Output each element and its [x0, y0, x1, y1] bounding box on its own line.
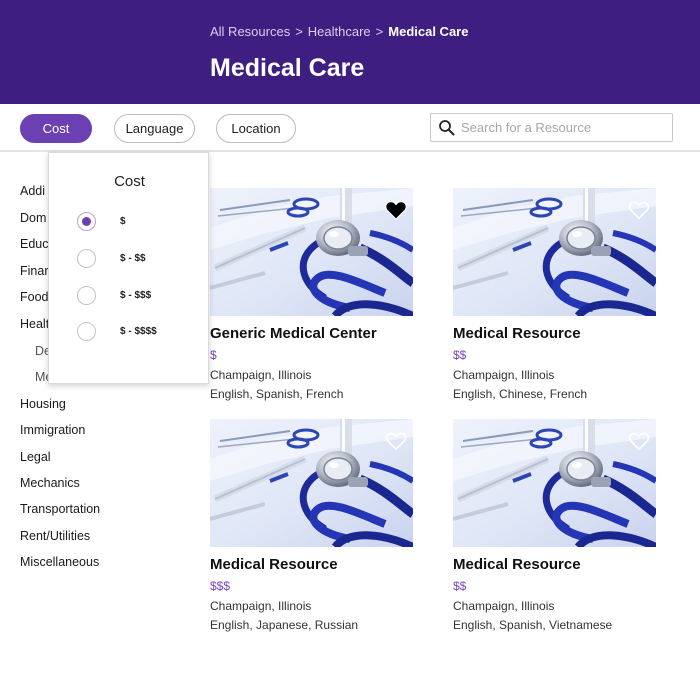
filter-bar: Cost Language Location [0, 104, 700, 152]
sidebar-item-miscellaneous[interactable]: Miscellaneous [20, 555, 99, 569]
search-icon[interactable] [431, 114, 461, 141]
breadcrumb: All Resources > Healthcare > Medical Care [210, 24, 468, 39]
resource-cost: $$$ [210, 579, 231, 593]
resource-location: Champaign, Illinois [210, 599, 312, 613]
resource-languages: English, Spanish, French [210, 387, 344, 401]
resource-image[interactable] [210, 188, 413, 316]
cost-option-label: $ [120, 215, 126, 227]
resource-cost: $$ [453, 348, 467, 362]
resource-image[interactable] [453, 419, 656, 547]
resource-cost: $ [210, 348, 217, 362]
resource-card[interactable]: Medical Resource $$ Champaign, Illinois … [453, 188, 658, 406]
sidebar-item-finance[interactable]: Finar [20, 264, 48, 278]
language-filter-button[interactable]: Language [114, 114, 195, 143]
sidebar-item-mechanics[interactable]: Mechanics [20, 476, 80, 490]
sidebar-item-transportation[interactable]: Transportation [20, 502, 100, 516]
sidebar-item-food[interactable]: Food [20, 290, 49, 304]
sidebar-item-education[interactable]: Educ [20, 237, 49, 251]
resource-cost: $$ [453, 579, 467, 593]
sidebar-item-housing[interactable]: Housing [20, 397, 66, 411]
resource-languages: English, Japanese, Russian [210, 618, 359, 632]
location-filter-button[interactable]: Location [216, 114, 296, 143]
breadcrumb-all-resources[interactable]: All Resources [210, 24, 290, 39]
sidebar-item-healthcare[interactable]: Healt [20, 317, 49, 331]
sidebar-item-immigration[interactable]: Immigration [20, 423, 85, 437]
resource-image[interactable] [210, 419, 413, 547]
radio-unchecked[interactable] [77, 285, 96, 305]
search-box[interactable] [430, 113, 673, 142]
cost-option-1[interactable]: $ [77, 211, 126, 231]
cost-option-label: $ - $$$$ [120, 325, 157, 337]
heart-outline-icon[interactable] [385, 431, 407, 451]
resource-location: Champaign, Illinois [210, 368, 312, 382]
cost-filter-button[interactable]: Cost [20, 114, 92, 143]
cost-dropdown-title: Cost [114, 173, 145, 190]
resource-card[interactable]: Medical Resource $$ Champaign, Illinois … [453, 419, 658, 637]
radio-unchecked[interactable] [77, 248, 96, 268]
radio-unchecked[interactable] [77, 321, 96, 341]
breadcrumb-separator: > [375, 24, 384, 39]
heart-outline-icon[interactable] [628, 431, 650, 451]
cost-option-2[interactable]: $ - $$ [77, 248, 146, 268]
heart-outline-icon[interactable] [628, 200, 650, 220]
resource-title[interactable]: Medical Resource [210, 556, 338, 573]
sidebar-item-legal[interactable]: Legal [20, 450, 51, 464]
sidebar-item-rent-utilities[interactable]: Rent/Utilities [20, 529, 90, 543]
breadcrumb-healthcare[interactable]: Healthcare [308, 24, 371, 39]
resource-title[interactable]: Medical Resource [453, 325, 581, 342]
radio-checked[interactable] [77, 211, 96, 231]
breadcrumb-current: Medical Care [388, 24, 469, 39]
breadcrumb-separator: > [295, 24, 303, 39]
cost-option-3[interactable]: $ - $$$ [77, 285, 151, 305]
resource-card[interactable]: Generic Medical Center $ Champaign, Illi… [210, 188, 415, 406]
resource-languages: English, Chinese, French [453, 387, 588, 401]
resource-title[interactable]: Generic Medical Center [210, 325, 377, 342]
resource-image[interactable] [453, 188, 656, 316]
sidebar-item-domestic[interactable]: Dom [20, 211, 46, 225]
cost-option-label: $ - $$ [120, 252, 146, 264]
cost-option-4[interactable]: $ - $$$$ [77, 321, 157, 341]
sidebar-item-addiction[interactable]: Addi [20, 184, 45, 198]
heart-filled-icon[interactable] [385, 200, 407, 220]
resource-location: Champaign, Illinois [453, 368, 555, 382]
resource-location: Champaign, Illinois [453, 599, 555, 613]
page-title: Medical Care [210, 54, 365, 82]
resource-languages: English, Spanish, Vietnamese [453, 618, 613, 632]
cost-dropdown: Cost $ $ - $$ $ - $$$ $ - $$$$ [48, 152, 209, 384]
page-header: All Resources > Healthcare > Medical Care Me… [0, 0, 700, 104]
search-input[interactable] [461, 120, 666, 135]
resource-title[interactable]: Medical Resource [453, 556, 581, 573]
resource-card[interactable]: Medical Resource $$$ Champaign, Illinois… [210, 419, 415, 637]
cost-option-label: $ - $$$ [120, 289, 152, 301]
